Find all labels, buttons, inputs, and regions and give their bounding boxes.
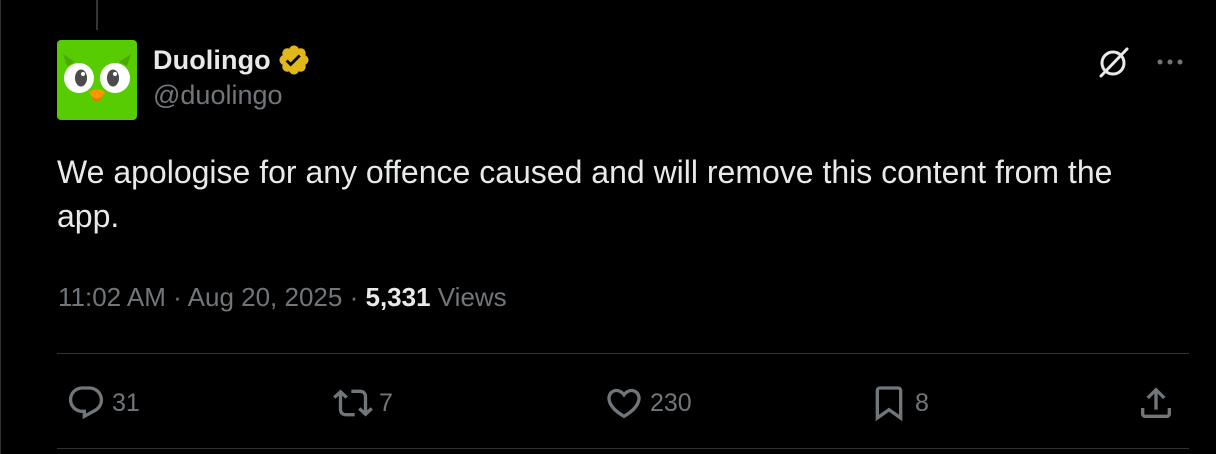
views-count[interactable]: 5,331 <box>365 282 430 312</box>
more-options-icon[interactable] <box>1154 46 1186 78</box>
reply-button[interactable]: 31 <box>66 383 140 423</box>
retweet-count: 7 <box>379 388 393 417</box>
grok-icon[interactable] <box>1096 44 1132 80</box>
meta-separator: · <box>349 282 359 312</box>
share-icon <box>1141 387 1171 418</box>
duolingo-owl-icon <box>57 40 137 120</box>
reply-count: 31 <box>112 388 140 417</box>
post-time[interactable]: 11:02 AM <box>58 282 166 312</box>
bookmark-icon <box>875 386 903 422</box>
post-text: We apologise for any offence caused and … <box>57 154 1113 234</box>
author-display-name[interactable]: Duolingo <box>153 45 271 76</box>
actions-divider-top <box>57 353 1189 354</box>
retweet-icon <box>333 389 373 417</box>
post-author: Duolingo @duolingo <box>153 42 311 111</box>
bookmark-count: 8 <box>915 388 929 417</box>
views-label[interactable]: Views <box>438 282 507 312</box>
post-metadata: 11:02 AM · Aug 20, 2025 · 5,331 Views <box>58 282 507 313</box>
thread-connector-line <box>96 0 98 30</box>
like-button[interactable]: 230 <box>604 383 692 423</box>
meta-separator: · <box>173 282 182 312</box>
actions-divider-bottom <box>57 448 1189 449</box>
verified-badge-icon[interactable] <box>277 43 311 77</box>
bookmark-button[interactable]: 8 <box>869 383 929 423</box>
heart-icon <box>607 388 641 419</box>
author-handle[interactable]: @duolingo <box>153 80 311 111</box>
post-date[interactable]: Aug 20, 2025 <box>188 282 343 312</box>
retweet-button[interactable]: 7 <box>333 383 393 423</box>
avatar[interactable] <box>57 40 137 120</box>
post-top-actions <box>1096 44 1186 80</box>
author-name-row: Duolingo <box>153 42 311 78</box>
like-count: 230 <box>650 388 692 417</box>
reply-icon <box>68 386 104 420</box>
share-button[interactable] <box>1136 383 1176 423</box>
timeline-border <box>0 0 1 454</box>
